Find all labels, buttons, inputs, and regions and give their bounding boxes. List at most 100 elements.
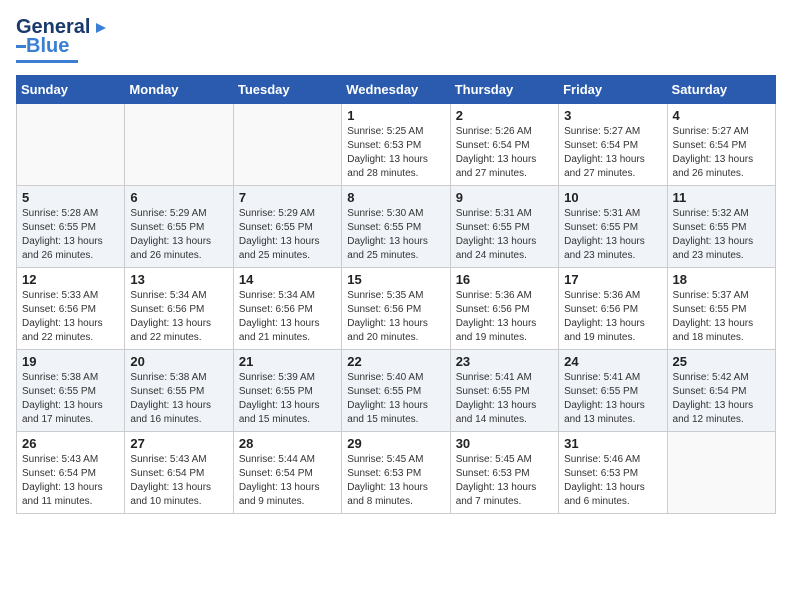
calendar-day-header: Thursday [450,76,558,104]
calendar-day-header: Wednesday [342,76,450,104]
day-number: 23 [456,354,553,369]
calendar-cell: 3 Sunrise: 5:27 AM Sunset: 6:54 PM Daylig… [559,104,667,186]
day-info: Sunrise: 5:29 AM Sunset: 6:55 PM Dayligh… [130,207,227,263]
calendar-cell: 14 Sunrise: 5:34 AM Sunset: 6:56 PM Dayli… [233,268,341,350]
day-number: 20 [130,354,227,369]
calendar-cell: 27 Sunrise: 5:43 AM Sunset: 6:54 PM Dayli… [125,432,233,514]
day-info: Sunrise: 5:31 AM Sunset: 6:55 PM Dayligh… [456,207,553,263]
day-number: 25 [673,354,770,369]
calendar-cell: 13 Sunrise: 5:34 AM Sunset: 6:56 PM Dayli… [125,268,233,350]
day-info: Sunrise: 5:28 AM Sunset: 6:55 PM Dayligh… [22,207,119,263]
day-info: Sunrise: 5:45 AM Sunset: 6:53 PM Dayligh… [347,453,444,509]
logo: General Blue [16,16,110,63]
calendar-cell: 19Sunrise: 5:38 AM Sunset: 6:55 PM Dayli… [17,350,125,432]
calendar-cell: 22 Sunrise: 5:40 AM Sunset: 6:55 PM Dayli… [342,350,450,432]
calendar-cell: 12Sunrise: 5:33 AM Sunset: 6:56 PM Dayli… [17,268,125,350]
day-info: Sunrise: 5:34 AM Sunset: 6:56 PM Dayligh… [130,289,227,345]
day-info: Sunrise: 5:27 AM Sunset: 6:54 PM Dayligh… [564,125,661,181]
calendar-day-header: Friday [559,76,667,104]
calendar-cell: 21 Sunrise: 5:39 AM Sunset: 6:55 PM Dayli… [233,350,341,432]
day-number: 5 [22,190,119,205]
calendar-day-header: Tuesday [233,76,341,104]
day-info: Sunrise: 5:36 AM Sunset: 6:56 PM Dayligh… [456,289,553,345]
calendar-cell: 16 Sunrise: 5:36 AM Sunset: 6:56 PM Dayli… [450,268,558,350]
calendar-cell: 15Sunrise: 5:35 AM Sunset: 6:56 PM Dayli… [342,268,450,350]
calendar-table: SundayMondayTuesdayWednesdayThursdayFrid… [16,75,776,514]
calendar-cell: 26 Sunrise: 5:43 AM Sunset: 6:54 PM Dayli… [17,432,125,514]
calendar-cell: 1Sunrise: 5:25 AM Sunset: 6:53 PM Daylig… [342,104,450,186]
day-info: Sunrise: 5:45 AM Sunset: 6:53 PM Dayligh… [456,453,553,509]
calendar-cell: 30 Sunrise: 5:45 AM Sunset: 6:53 PM Dayli… [450,432,558,514]
day-number: 16 [456,272,553,287]
calendar-header-row: SundayMondayTuesdayWednesdayThursdayFrid… [17,76,776,104]
page-header: General Blue [16,16,776,63]
day-info: Sunrise: 5:42 AM Sunset: 6:54 PM Dayligh… [673,371,770,427]
day-info: Sunrise: 5:43 AM Sunset: 6:54 PM Dayligh… [22,453,119,509]
day-number: 11 [673,190,770,205]
day-number: 27 [130,436,227,451]
logo-blue: Blue [26,35,69,58]
day-info: Sunrise: 5:44 AM Sunset: 6:54 PM Dayligh… [239,453,336,509]
day-number: 30 [456,436,553,451]
calendar-cell: 31Sunrise: 5:46 AM Sunset: 6:53 PM Dayli… [559,432,667,514]
calendar-cell [233,104,341,186]
calendar-cell: 9 Sunrise: 5:31 AM Sunset: 6:55 PM Daylig… [450,186,558,268]
calendar-cell [125,104,233,186]
day-number: 2 [456,108,553,123]
day-number: 14 [239,272,336,287]
calendar-day-header: Monday [125,76,233,104]
calendar-cell: 25 Sunrise: 5:42 AM Sunset: 6:54 PM Dayli… [667,350,775,432]
day-info: Sunrise: 5:43 AM Sunset: 6:54 PM Dayligh… [130,453,227,509]
calendar-day-header: Saturday [667,76,775,104]
day-number: 28 [239,436,336,451]
calendar-cell: 11 Sunrise: 5:32 AM Sunset: 6:55 PM Dayli… [667,186,775,268]
logo-underline [16,60,78,63]
day-info: Sunrise: 5:34 AM Sunset: 6:56 PM Dayligh… [239,289,336,345]
calendar-cell: 20Sunrise: 5:38 AM Sunset: 6:55 PM Dayli… [125,350,233,432]
day-number: 26 [22,436,119,451]
day-number: 15 [347,272,444,287]
calendar-week-row: 12Sunrise: 5:33 AM Sunset: 6:56 PM Dayli… [17,268,776,350]
day-number: 29 [347,436,444,451]
calendar-week-row: 1Sunrise: 5:25 AM Sunset: 6:53 PM Daylig… [17,104,776,186]
day-number: 13 [130,272,227,287]
calendar-cell: 24Sunrise: 5:41 AM Sunset: 6:55 PM Dayli… [559,350,667,432]
day-number: 6 [130,190,227,205]
day-number: 8 [347,190,444,205]
day-info: Sunrise: 5:41 AM Sunset: 6:55 PM Dayligh… [564,371,661,427]
calendar-day-header: Sunday [17,76,125,104]
day-number: 3 [564,108,661,123]
day-info: Sunrise: 5:31 AM Sunset: 6:55 PM Dayligh… [564,207,661,263]
logo-triangle-icon [92,19,110,37]
day-number: 9 [456,190,553,205]
calendar-week-row: 19Sunrise: 5:38 AM Sunset: 6:55 PM Dayli… [17,350,776,432]
day-info: Sunrise: 5:29 AM Sunset: 6:55 PM Dayligh… [239,207,336,263]
calendar-cell: 28 Sunrise: 5:44 AM Sunset: 6:54 PM Dayli… [233,432,341,514]
day-number: 19 [22,354,119,369]
calendar-cell: 2Sunrise: 5:26 AM Sunset: 6:54 PM Daylig… [450,104,558,186]
day-number: 31 [564,436,661,451]
calendar-cell: 6 Sunrise: 5:29 AM Sunset: 6:55 PM Daylig… [125,186,233,268]
day-number: 21 [239,354,336,369]
day-info: Sunrise: 5:30 AM Sunset: 6:55 PM Dayligh… [347,207,444,263]
day-info: Sunrise: 5:41 AM Sunset: 6:55 PM Dayligh… [456,371,553,427]
day-number: 17 [564,272,661,287]
calendar-cell: 4Sunrise: 5:27 AM Sunset: 6:54 PM Daylig… [667,104,775,186]
day-info: Sunrise: 5:37 AM Sunset: 6:55 PM Dayligh… [673,289,770,345]
day-info: Sunrise: 5:36 AM Sunset: 6:56 PM Dayligh… [564,289,661,345]
day-info: Sunrise: 5:33 AM Sunset: 6:56 PM Dayligh… [22,289,119,345]
day-info: Sunrise: 5:39 AM Sunset: 6:55 PM Dayligh… [239,371,336,427]
calendar-cell: 23 Sunrise: 5:41 AM Sunset: 6:55 PM Dayli… [450,350,558,432]
calendar-cell: 17 Sunrise: 5:36 AM Sunset: 6:56 PM Dayli… [559,268,667,350]
calendar-cell: 7Sunrise: 5:29 AM Sunset: 6:55 PM Daylig… [233,186,341,268]
calendar-week-row: 26 Sunrise: 5:43 AM Sunset: 6:54 PM Dayli… [17,432,776,514]
day-number: 22 [347,354,444,369]
day-info: Sunrise: 5:32 AM Sunset: 6:55 PM Dayligh… [673,207,770,263]
day-info: Sunrise: 5:25 AM Sunset: 6:53 PM Dayligh… [347,125,444,181]
day-number: 18 [673,272,770,287]
calendar-cell [17,104,125,186]
day-info: Sunrise: 5:40 AM Sunset: 6:55 PM Dayligh… [347,371,444,427]
calendar-cell: 18 Sunrise: 5:37 AM Sunset: 6:55 PM Dayli… [667,268,775,350]
calendar-cell [667,432,775,514]
day-number: 4 [673,108,770,123]
